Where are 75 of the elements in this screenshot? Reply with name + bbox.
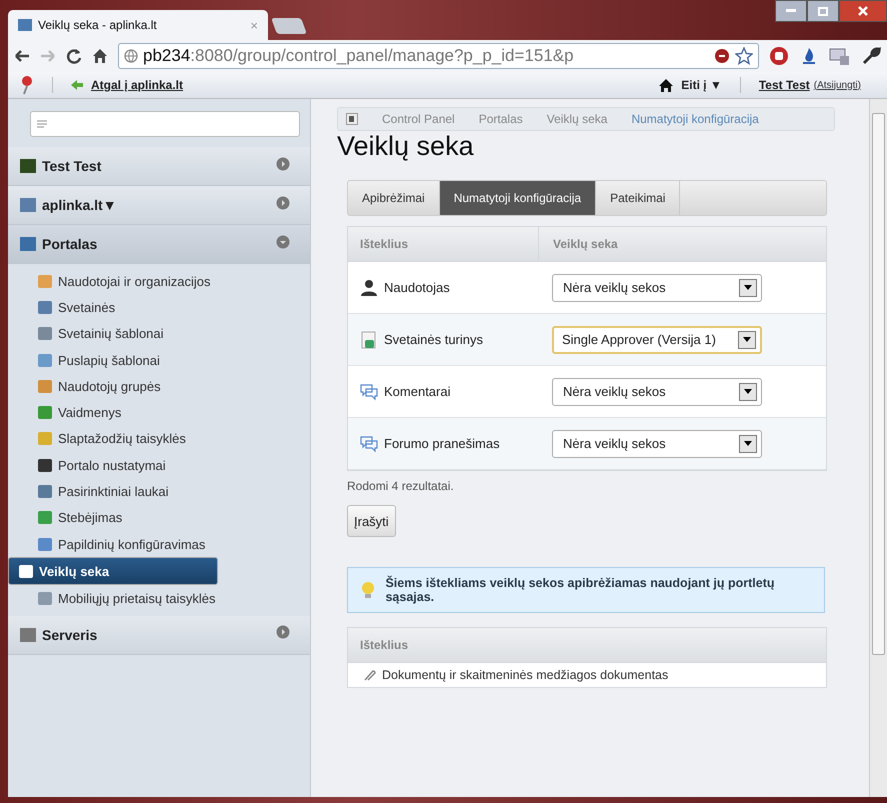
pin-icon	[20, 75, 34, 95]
blocked-icon	[714, 48, 730, 64]
reload-icon[interactable]	[66, 48, 82, 64]
workflow-dropdown[interactable]: Nėra veiklų sekos	[552, 378, 762, 406]
table-cell: Komentarai	[384, 384, 450, 399]
sidebar-item[interactable]: Slaptažodžių taisyklės	[8, 426, 310, 452]
star-icon[interactable]	[735, 47, 753, 65]
table-cell: Naudotojas	[384, 280, 450, 295]
maximize-icon	[818, 6, 828, 16]
sidebar-item[interactable]: Pasirinktiniai laukai	[8, 478, 310, 505]
column-header: Išteklius	[359, 237, 410, 251]
sidebar-item[interactable]: Mobiliųjų prietaisų taisyklės	[8, 585, 310, 612]
workflow-dropdown[interactable]: Nėra veiklų sekos	[552, 274, 762, 302]
minimize-icon	[786, 9, 796, 13]
table-cell: Forumo pranešimas	[384, 436, 500, 451]
wrench-icon[interactable]	[861, 46, 881, 66]
scrollbar[interactable]	[869, 99, 887, 797]
back-link[interactable]: Atgal į aplinka.lt	[91, 78, 184, 92]
search-field[interactable]	[30, 111, 300, 137]
column-header: Išteklius	[359, 638, 410, 652]
document-icon	[360, 330, 378, 348]
results-count: Rodomi 4 rezultatai.	[347, 479, 455, 493]
home-icon	[659, 78, 674, 92]
column-header: Veiklų seka	[538, 227, 826, 261]
sidebar-item[interactable]: Puslapių šablonai	[8, 346, 310, 374]
tab[interactable]: Pateikimai	[596, 181, 680, 215]
favicon-icon	[18, 19, 32, 31]
goto-menu[interactable]: Eiti į ▼	[681, 78, 722, 92]
lines-icon	[37, 120, 47, 128]
maximize-button[interactable]	[807, 0, 839, 22]
page-title: Veiklų seka	[337, 131, 475, 162]
lightbulb-icon	[360, 580, 376, 600]
sidebar-item[interactable]: Portalo nustatymai	[8, 452, 310, 478]
sidebar-item[interactable]: Svetainės	[8, 294, 310, 321]
panel-header[interactable]: aplinka.lt▼	[8, 186, 310, 225]
sidebar-item[interactable]: Stebėjimas	[8, 504, 310, 531]
home-icon[interactable]	[92, 48, 108, 64]
table-cell: Svetainės turinys	[384, 332, 483, 347]
logout-link[interactable]: (Atsijungti)	[814, 80, 861, 90]
chat-icon	[360, 382, 378, 400]
tab[interactable]: Numatytoji konfigūracija	[440, 181, 596, 215]
sidebar-item[interactable]: Naudotojai ir organizacijos	[8, 268, 310, 294]
sidebar-item[interactable]: Veiklų seka	[8, 557, 218, 586]
panel-header[interactable]: Portalas	[8, 225, 310, 264]
caret-icon	[744, 285, 752, 290]
save-button[interactable]: Įrašyti	[347, 505, 396, 537]
panel-header[interactable]: Test Test	[8, 147, 310, 186]
chat-icon	[360, 434, 378, 452]
minimize-button[interactable]	[775, 0, 807, 22]
tab-title: Veiklų seka - aplinka.lt	[38, 18, 157, 32]
window-help-icon[interactable]	[829, 46, 851, 66]
close-icon	[858, 6, 868, 16]
panel-header[interactable]: Serveris	[8, 616, 310, 655]
workflow-dropdown[interactable]: Single Approver (Versija 1)	[552, 326, 762, 354]
caret-icon	[744, 389, 752, 394]
sidebar-item[interactable]: Naudotojų grupės	[8, 373, 310, 400]
user-link[interactable]: Test Test	[758, 78, 810, 92]
new-tab-button[interactable]	[271, 18, 307, 34]
browser-tab[interactable]: Veiklų seka - aplinka.lt ×	[8, 10, 268, 40]
panel-icon	[346, 113, 358, 125]
caret-icon	[743, 337, 751, 342]
back-icon[interactable]	[14, 49, 30, 63]
address-bar[interactable]: pb234:8080/group/control_panel/manage?p_p_id=151&p	[118, 43, 759, 69]
table-cell: Dokumentų ir skaitmeninės medžiagos dokumentas	[382, 668, 668, 682]
caret-icon	[744, 441, 752, 446]
workflow-dropdown[interactable]: Nėra veiklų sekos	[552, 430, 762, 458]
sidebar-item[interactable]: Papildinių konfigūravimas	[8, 530, 310, 558]
info-text: Šiems ištekliams veiklų sekos apibrėžiamas naudojant jų portletų sąsajas.	[385, 576, 776, 604]
close-button[interactable]	[839, 0, 887, 22]
sidebar-item[interactable]: Vaidmenys	[8, 399, 310, 426]
globe-icon	[124, 49, 138, 63]
sidebar-item[interactable]: Svetainių šablonai	[8, 320, 310, 347]
paperclip-icon	[362, 668, 376, 682]
stop-icon[interactable]	[769, 46, 789, 66]
back-arrow-icon	[71, 80, 83, 90]
